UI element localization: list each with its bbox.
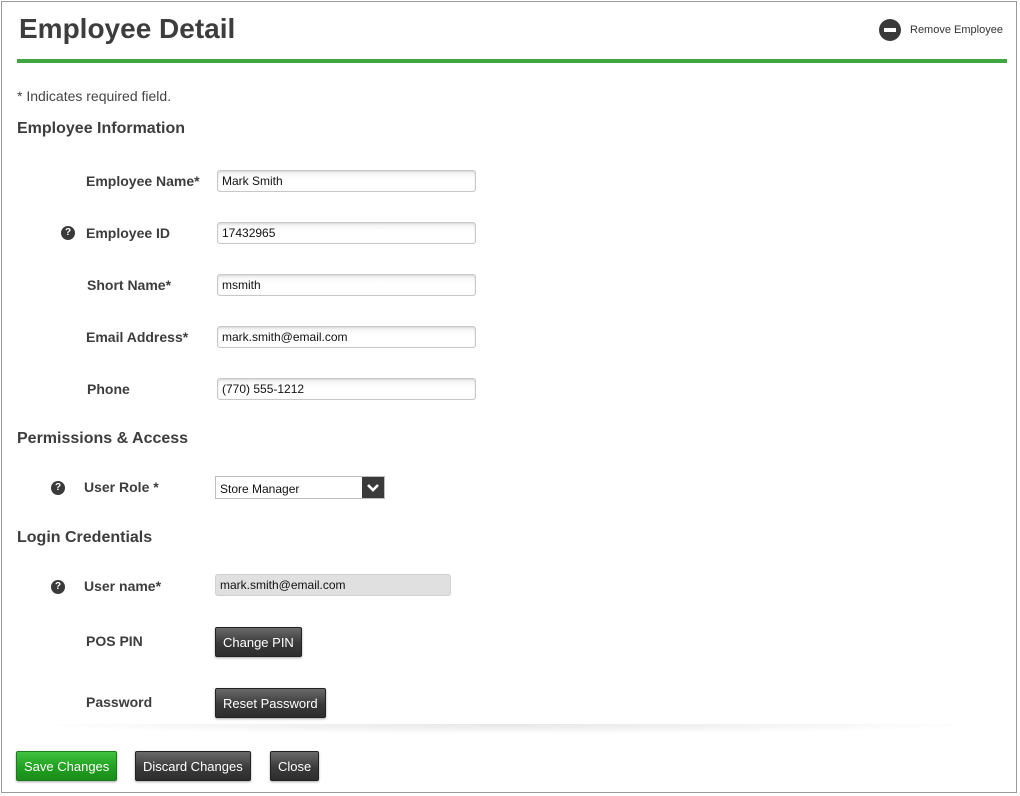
pos-pin-label: POS PIN (86, 633, 143, 649)
remove-employee-link[interactable]: Remove Employee (879, 19, 1003, 41)
section-heading-employee-information: Employee Information (17, 120, 186, 137)
chevron-down-icon[interactable] (362, 477, 384, 498)
employee-name-input[interactable] (217, 170, 476, 192)
employee-id-input[interactable] (217, 222, 476, 244)
footer-divider (17, 724, 992, 734)
short-name-label: Short Name* (87, 277, 172, 293)
employee-detail-panel: Employee Detail Remove Employee * Indica… (1, 1, 1017, 793)
close-button[interactable]: Close (270, 751, 320, 781)
employee-name-label: Employee Name* (86, 173, 200, 189)
email-address-input[interactable] (217, 326, 476, 348)
user-role-selected-value: Store Manager (220, 481, 300, 496)
save-changes-button[interactable]: Save Changes (16, 751, 118, 781)
employee-id-help-icon[interactable]: ? (61, 226, 75, 240)
user-role-label: User Role * (84, 479, 159, 495)
discard-changes-button[interactable]: Discard Changes (135, 751, 251, 781)
change-pin-button[interactable]: Change PIN (215, 627, 302, 657)
user-name-label: User name* (84, 578, 162, 594)
phone-label: Phone (87, 381, 130, 397)
user-role-select[interactable]: Store Manager (215, 476, 385, 499)
short-name-input[interactable] (217, 274, 476, 296)
title-divider (17, 59, 1007, 63)
page-title: Employee Detail (19, 13, 236, 44)
minus-circle-icon (879, 19, 901, 41)
employee-id-label: Employee ID (86, 225, 171, 241)
section-heading-permissions-access: Permissions & Access (17, 430, 189, 447)
reset-password-button[interactable]: Reset Password (215, 688, 326, 718)
password-label: Password (86, 694, 153, 710)
user-name-input (215, 574, 451, 596)
required-field-note: * Indicates required field. (17, 88, 172, 104)
user-role-help-icon[interactable]: ? (51, 481, 65, 495)
user-name-help-icon[interactable]: ? (51, 580, 65, 594)
phone-input[interactable] (217, 378, 476, 400)
section-heading-login-credentials: Login Credentials (17, 529, 153, 546)
remove-employee-label: Remove Employee (910, 24, 1003, 36)
email-address-label: Email Address* (86, 329, 189, 345)
